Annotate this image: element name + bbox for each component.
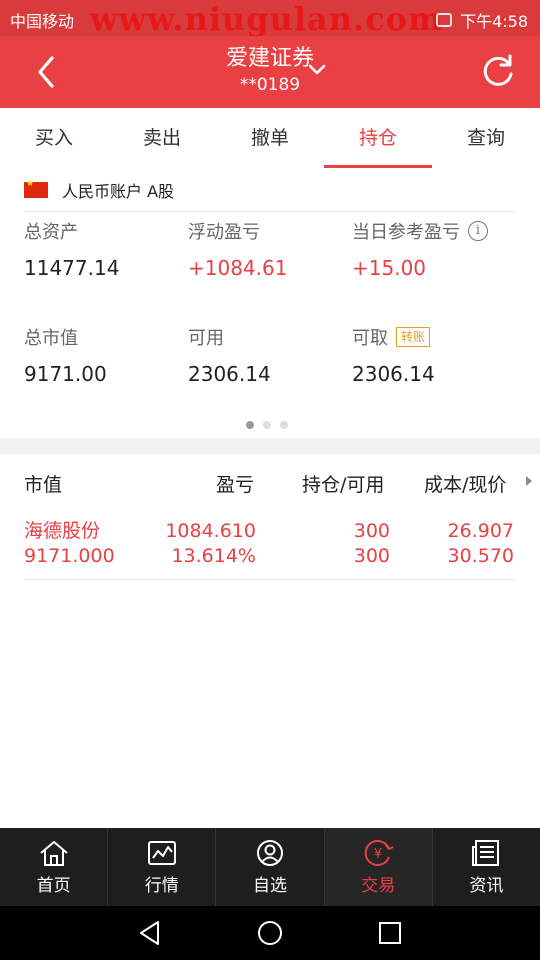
page-dot [263, 421, 271, 429]
nav-market-label: 行情 [144, 875, 179, 896]
account-row: 人民币账户 A股 [24, 168, 516, 212]
nav-home-label: 首页 [36, 875, 71, 896]
header-pl[interactable]: 盈亏 [216, 470, 254, 497]
stock-cost: 26.907 [447, 520, 514, 542]
withdrawable-cell: 可取 转账 2306.14 [352, 324, 522, 386]
system-nav-bar [0, 906, 540, 960]
tab-cancel[interactable]: 撤单 [216, 108, 324, 168]
home-icon [39, 840, 68, 866]
account-number: **0189 [239, 75, 301, 95]
clock: 下午4:58 [460, 12, 528, 31]
info-icon[interactable]: i [468, 221, 488, 241]
status-right: 下午4:58 [436, 8, 528, 32]
total-assets-value: 11477.14 [24, 256, 120, 280]
status-icons [436, 13, 453, 27]
nav-market[interactable]: 行情 [108, 828, 217, 906]
svg-text:¥: ¥ [374, 847, 382, 862]
system-home-icon[interactable] [256, 919, 284, 947]
total-assets-cell: 总资产 11477.14 [24, 218, 194, 280]
today-pl-cell: 当日参考盈亏 i +15.00 [352, 218, 524, 280]
nav-trade-label: 交易 [361, 875, 396, 896]
withdrawable-label-wrap: 可取 转账 [352, 324, 522, 350]
battery-icon [436, 13, 453, 27]
chevron-down-icon[interactable] [306, 62, 328, 78]
trade-tabs: 买入 卖出 撤单 持仓 查询 [0, 108, 540, 168]
page-title: 爱建证券 [225, 46, 314, 71]
market-value-cell: 总市值 9171.00 [24, 324, 194, 386]
floating-pl-cell: 浮动盈亏 +1084.61 [188, 218, 358, 280]
stock-market-value: 9171.000 [24, 545, 115, 567]
tab-query[interactable]: 查询 [432, 108, 540, 168]
yuan-trade-icon: ¥ [364, 839, 394, 866]
user-icon [257, 839, 283, 866]
system-back-icon[interactable] [136, 919, 164, 947]
header-market-value[interactable]: 市值 [24, 470, 62, 497]
bottom-nav: 首页 行情 自选 ¥ 交易 资讯 [0, 828, 540, 906]
stock-pl-pct: 13.614% [171, 545, 256, 567]
scroll-right-icon[interactable] [526, 476, 532, 486]
page-indicator [246, 421, 288, 429]
carrier-label: 中国移动 [10, 12, 75, 31]
tab-positions[interactable]: 持仓 [324, 108, 432, 168]
nav-trade[interactable]: ¥ 交易 [324, 828, 433, 906]
tab-buy[interactable]: 买入 [0, 108, 108, 168]
stock-available: 300 [353, 545, 390, 567]
news-icon [472, 839, 500, 866]
watermark: www.niugulan.com [90, 0, 443, 38]
china-flag-icon [24, 179, 48, 198]
stock-name: 海德股份 [24, 520, 101, 542]
stock-price: 30.570 [447, 545, 514, 567]
account-selector[interactable]: 爱建证券 **0189 [0, 44, 540, 96]
nav-home[interactable]: 首页 [0, 828, 109, 906]
header-cost-price[interactable]: 成本/现价 [424, 470, 506, 497]
header-position[interactable]: 持仓/可用 [302, 470, 384, 497]
transfer-button[interactable]: 转账 [396, 327, 431, 347]
today-pl-label-wrap: 当日参考盈亏 i [352, 218, 524, 244]
table-row[interactable]: 海德股份 9171.000 1084.610 13.614% 300 300 2… [24, 516, 516, 580]
floating-pl-value: +1084.61 [188, 256, 288, 280]
market-value-label: 总市值 [24, 328, 78, 349]
page-dot [280, 421, 288, 429]
market-value-value: 9171.00 [24, 362, 107, 386]
floating-pl-label: 浮动盈亏 [188, 222, 260, 243]
tab-sell[interactable]: 卖出 [108, 108, 216, 168]
available-value: 2306.14 [188, 362, 271, 386]
holdings-header: 市值 盈亏 持仓/可用 成本/现价 [0, 454, 540, 510]
available-cell: 可用 2306.14 [188, 324, 358, 386]
stock-position: 300 [353, 520, 390, 542]
nav-watchlist-label: 自选 [253, 875, 287, 896]
today-pl-label: 当日参考盈亏 [352, 222, 460, 243]
stock-pl: 1084.610 [165, 520, 256, 542]
system-recents-icon[interactable] [376, 919, 404, 947]
today-pl-value: +15.00 [352, 256, 427, 280]
refresh-button[interactable] [476, 50, 520, 94]
section-divider [0, 438, 540, 454]
refresh-icon [483, 54, 513, 86]
nav-news-label: 资讯 [469, 875, 504, 896]
withdrawable-label: 可取 [352, 328, 388, 349]
page-dot [246, 421, 254, 429]
total-assets-label: 总资产 [24, 222, 78, 243]
available-label: 可用 [188, 328, 224, 349]
nav-watchlist[interactable]: 自选 [216, 828, 325, 906]
withdrawable-value: 2306.14 [352, 362, 435, 386]
nav-news[interactable]: 资讯 [433, 828, 540, 906]
account-label: 人民币账户 A股 [62, 181, 175, 201]
chart-icon [147, 840, 176, 865]
status-bar: 中国移动 www.niugulan.com 下午4:58 [0, 0, 540, 38]
title-bar: 爱建证券 **0189 [0, 36, 540, 108]
